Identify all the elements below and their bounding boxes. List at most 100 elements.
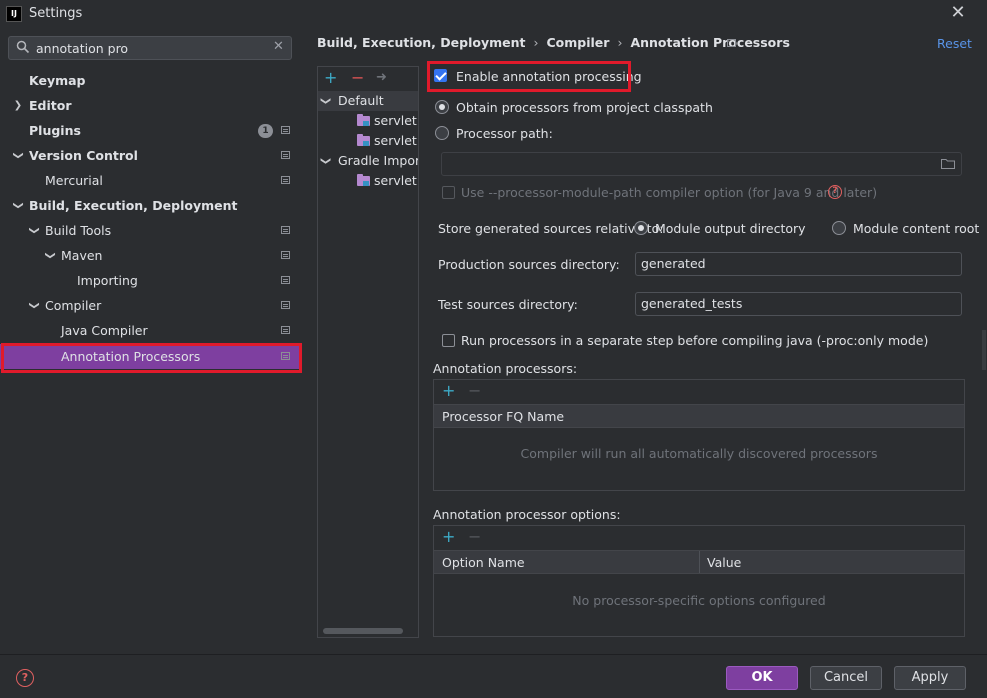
add-icon[interactable]: +: [324, 69, 337, 87]
chevron-down-icon[interactable]: ❯: [22, 225, 47, 237]
project-level-icon: [727, 39, 736, 47]
cancel-button[interactable]: Cancel: [810, 666, 882, 690]
apply-button[interactable]: Apply: [894, 666, 966, 690]
chevron-right-icon[interactable]: ❯: [12, 93, 24, 118]
help-icon[interactable]: ?: [828, 185, 842, 199]
project-level-icon: [281, 301, 290, 309]
title-bar: IJ Settings ✕: [0, 0, 987, 28]
reset-link[interactable]: Reset: [937, 36, 972, 51]
tree-item-label: Default: [338, 93, 384, 108]
table-toolbar: + −: [434, 380, 964, 404]
remove-icon[interactable]: −: [468, 527, 481, 546]
tree-item[interactable]: servlet.te: [318, 131, 418, 151]
sidebar-item-label: Compiler: [45, 298, 102, 313]
project-level-icon: [281, 151, 290, 159]
run-separate-step-label[interactable]: Run processors in a separate step before…: [461, 333, 928, 348]
table-header: Option Name Value: [434, 550, 964, 574]
breadcrumb-item[interactable]: Compiler: [546, 35, 609, 50]
chevron-down-icon[interactable]: ❯: [318, 156, 335, 166]
empty-table-message: No processor-specific options configured: [572, 593, 826, 608]
remove-icon[interactable]: −: [468, 381, 481, 400]
help-icon[interactable]: ?: [16, 669, 34, 687]
annotation-processors-title: Annotation processors:: [433, 361, 578, 376]
tree-item-default[interactable]: ❯ Default: [318, 91, 418, 111]
breadcrumb-item[interactable]: Build, Execution, Deployment: [317, 35, 525, 50]
project-level-icon: [281, 226, 290, 234]
obtain-from-classpath-radio[interactable]: [435, 100, 449, 114]
footer-divider: [0, 654, 987, 655]
chevron-down-icon[interactable]: ❯: [22, 300, 47, 312]
enable-annotation-processing-checkbox[interactable]: [434, 69, 447, 82]
tree-item-label: servlet.m: [374, 173, 418, 188]
add-icon[interactable]: +: [442, 381, 455, 400]
ok-button[interactable]: OK: [726, 666, 798, 690]
store-generated-label: Store generated sources relative to:: [438, 221, 664, 236]
tree-item-gradle-imported[interactable]: ❯ Gradle Importe: [318, 151, 418, 171]
module-output-directory-radio[interactable]: [634, 221, 648, 235]
sidebar-item-editor[interactable]: ❯ Editor: [0, 93, 300, 118]
sidebar-item-mercurial[interactable]: Mercurial: [0, 168, 300, 193]
processor-module-path-checkbox[interactable]: [442, 186, 455, 199]
annotation-processors-table: + − Processor FQ Name Compiler will run …: [433, 379, 965, 491]
sidebar-item-compiler[interactable]: ❯ Compiler: [0, 293, 300, 318]
clear-search-icon[interactable]: ✕: [273, 39, 284, 54]
add-icon[interactable]: +: [442, 527, 455, 546]
module-content-root-label[interactable]: Module content root: [853, 221, 979, 236]
project-level-icon: [281, 176, 290, 184]
settings-search[interactable]: ✕: [8, 36, 292, 60]
sidebar-item-label: Java Compiler: [61, 323, 148, 338]
sidebar-item-label: Plugins: [29, 123, 81, 138]
processor-path-label[interactable]: Processor path:: [456, 126, 553, 141]
module-content-root-radio[interactable]: [832, 221, 846, 235]
column-header-processor-fq-name[interactable]: Processor FQ Name: [442, 405, 564, 429]
tree-item[interactable]: servlet.m: [318, 171, 418, 191]
production-sources-directory-label: Production sources directory:: [438, 257, 620, 272]
sidebar-item-plugins[interactable]: Plugins 1: [0, 118, 300, 143]
tree-item-label: Gradle Importe: [338, 153, 419, 168]
sidebar-item-build-execution-deployment[interactable]: ❯ Build, Execution, Deployment: [0, 193, 300, 218]
tree-item[interactable]: servlet: [318, 111, 418, 131]
sidebar-item-annotation-processors[interactable]: Annotation Processors: [0, 344, 300, 369]
processor-profiles-panel: + − ➜ ❯ Default servlet servlet.te ❯ Gra…: [317, 66, 419, 638]
folder-icon[interactable]: [941, 158, 955, 169]
sidebar-item-label: Mercurial: [45, 173, 103, 188]
chevron-down-icon[interactable]: ❯: [6, 200, 31, 212]
obtain-from-classpath-label[interactable]: Obtain processors from project classpath: [456, 100, 713, 115]
module-output-directory-label[interactable]: Module output directory: [655, 221, 806, 236]
sidebar-item-label: Keymap: [29, 73, 86, 88]
enable-annotation-processing-label[interactable]: Enable annotation processing: [456, 69, 642, 84]
project-level-icon: [281, 326, 290, 334]
tree-item-label: servlet.te: [374, 133, 418, 148]
project-level-icon: [281, 352, 290, 360]
test-sources-directory-field[interactable]: generated_tests: [635, 292, 962, 316]
processor-path-radio[interactable]: [435, 126, 449, 140]
production-sources-directory-field[interactable]: generated: [635, 252, 962, 276]
processor-module-path-label: Use --processor-module-path compiler opt…: [461, 185, 878, 200]
search-icon: [16, 40, 30, 54]
run-separate-step-checkbox[interactable]: [442, 334, 455, 347]
sidebar-item-maven[interactable]: ❯ Maven: [0, 243, 300, 268]
sidebar-item-label: Annotation Processors: [61, 349, 201, 364]
processor-path-field[interactable]: [441, 152, 962, 176]
column-header-option-name[interactable]: Option Name: [442, 551, 525, 575]
breadcrumb-separator: ›: [533, 35, 539, 50]
chevron-down-icon[interactable]: ❯: [318, 96, 335, 106]
chevron-down-icon[interactable]: ❯: [38, 250, 63, 262]
remove-icon[interactable]: −: [351, 69, 364, 87]
sidebar-item-importing[interactable]: Importing: [0, 268, 300, 293]
chevron-down-icon[interactable]: ❯: [6, 150, 31, 162]
close-icon[interactable]: ✕: [948, 2, 968, 24]
sidebar-item-java-compiler[interactable]: Java Compiler: [0, 318, 300, 343]
column-header-value[interactable]: Value: [707, 551, 741, 575]
move-to-icon[interactable]: ➜: [376, 69, 387, 87]
vertical-scrollbar[interactable]: [982, 330, 986, 370]
column-divider[interactable]: [699, 551, 700, 573]
sidebar-item-keymap[interactable]: Keymap: [0, 68, 300, 93]
search-input[interactable]: [36, 39, 266, 57]
sidebar-item-build-tools[interactable]: ❯ Build Tools: [0, 218, 300, 243]
module-folder-icon: [357, 114, 370, 126]
table-header: Processor FQ Name: [434, 404, 964, 428]
sidebar-item-version-control[interactable]: ❯ Version Control: [0, 143, 300, 168]
module-folder-icon: [357, 174, 370, 186]
horizontal-scrollbar[interactable]: [323, 628, 403, 634]
